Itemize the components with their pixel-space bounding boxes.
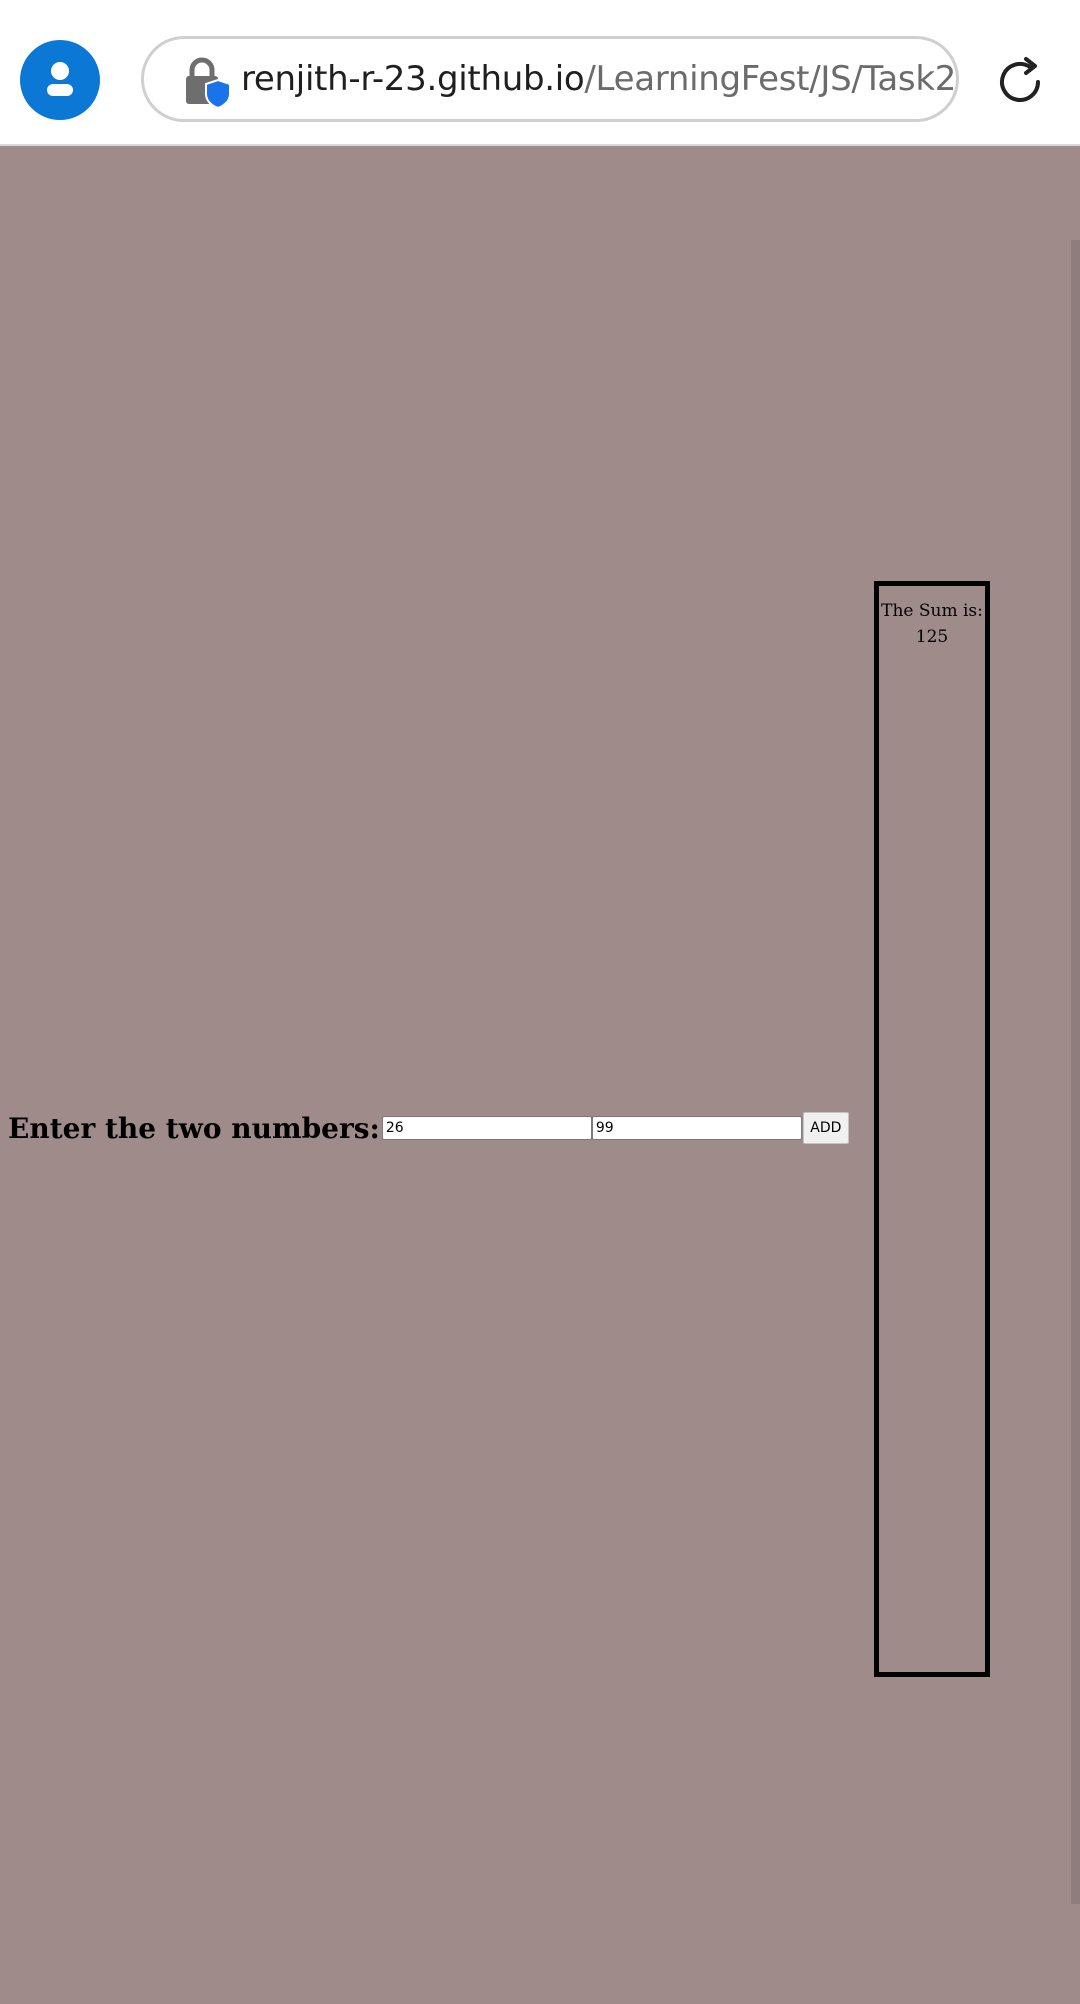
url-text: renjith-r-23.github.io/LearningFest/JS/T… [241, 39, 959, 119]
browser-toolbar: renjith-r-23.github.io/LearningFest/JS/T… [0, 0, 1080, 146]
result-label: The Sum is: [881, 601, 983, 621]
page-scrollbar[interactable] [1071, 240, 1080, 1904]
lock-shield-icon [186, 57, 230, 108]
prompt-label: Enter the two numbers: [8, 1111, 380, 1145]
address-bar[interactable]: renjith-r-23.github.io/LearningFest/JS/T… [141, 36, 959, 122]
url-path: /LearningFest/JS/Task2/ [584, 59, 959, 99]
add-button[interactable]: ADD [802, 1112, 849, 1144]
result-value: 125 [915, 627, 949, 647]
profile-icon [47, 62, 73, 96]
result-panel: The Sum is: 125 [874, 581, 990, 1677]
url-host: renjith-r-23.github.io [241, 59, 585, 99]
input-form: Enter the two numbers: ADD [8, 1108, 849, 1148]
first-number-input[interactable] [381, 1116, 592, 1140]
second-number-input[interactable] [591, 1116, 802, 1140]
reload-icon[interactable] [990, 52, 1050, 112]
profile-avatar-button[interactable] [20, 40, 100, 120]
